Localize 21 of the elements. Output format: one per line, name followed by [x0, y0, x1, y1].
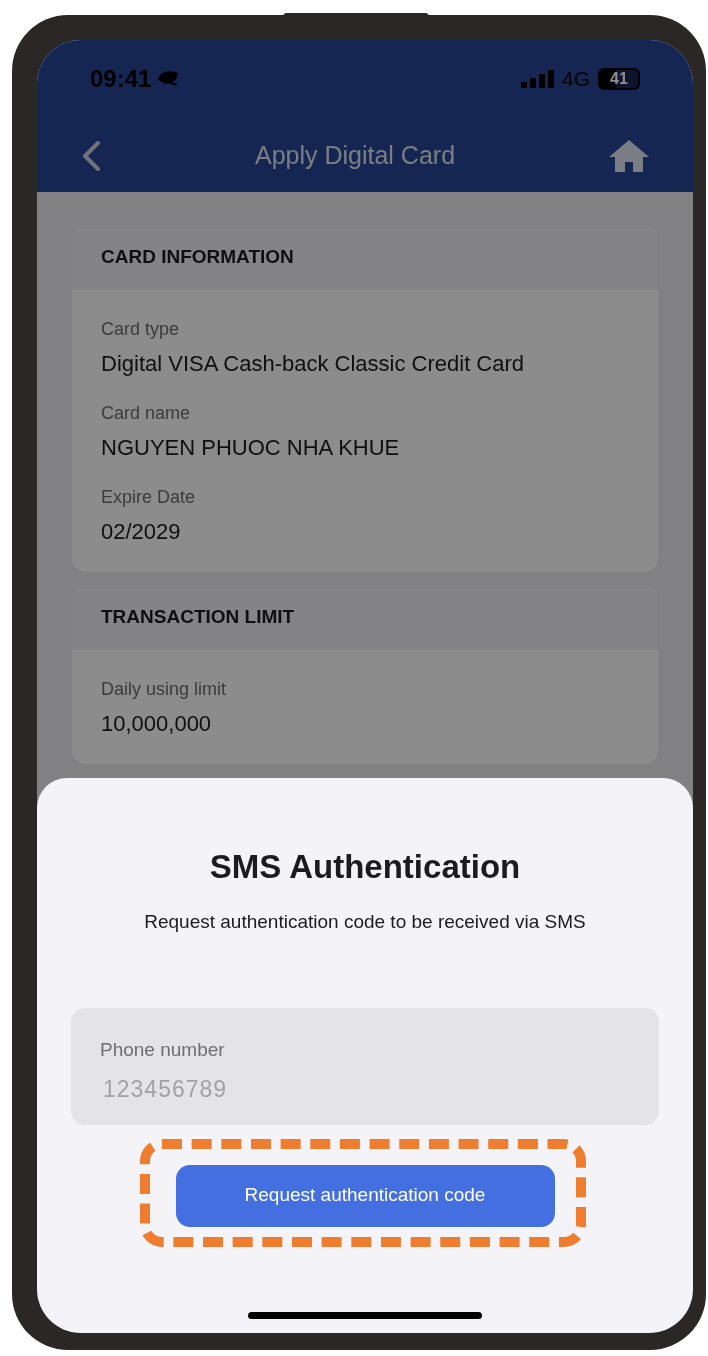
screen-title: Apply Digital Card [254, 140, 456, 171]
field-label: Card name [101, 402, 192, 425]
field-label: Daily using limit [101, 678, 228, 701]
signal-icon [521, 70, 554, 88]
section-title: CARD INFORMATION [72, 225, 658, 290]
battery-icon: 41 [598, 68, 640, 90]
leaf-icon [157, 71, 180, 87]
home-icon[interactable] [608, 138, 650, 173]
field-label: Expire Date [101, 486, 197, 509]
field-value: NGUYEN PHUOC NHA KHUE [101, 434, 401, 462]
network-label: 4G [562, 66, 590, 93]
sheet-title: SMS Authentication [209, 847, 521, 887]
status-time: 09:41 [90, 64, 152, 94]
field-value: Digital VISA Cash-back Classic Credit Card [101, 350, 526, 378]
field-label: Card type [101, 318, 181, 341]
request-code-button[interactable]: Request authentication code [175, 1164, 555, 1227]
section-title: TRANSACTION LIMIT [72, 585, 658, 650]
back-icon[interactable] [80, 139, 102, 172]
field-value: 02/2029 [101, 518, 182, 546]
sheet-description: Request authentication code to be received via SMS [143, 909, 587, 934]
field-value: 10,000,000 [101, 710, 213, 738]
